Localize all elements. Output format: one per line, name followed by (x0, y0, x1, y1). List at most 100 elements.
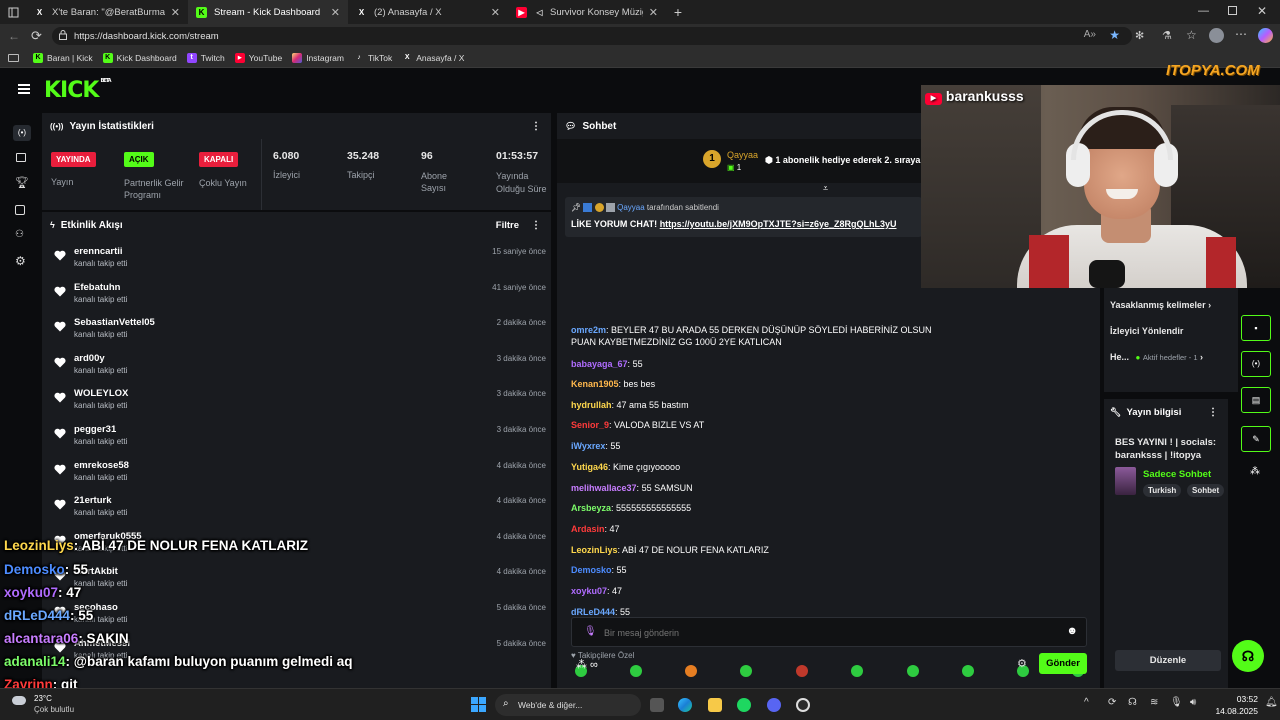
category-link[interactable]: Sadece Sohbet (1143, 469, 1211, 480)
favorite-star-icon[interactable]: ★ (1109, 28, 1120, 42)
hamburger-menu-icon[interactable] (18, 84, 30, 94)
chat-username[interactable]: Arsbeyza (571, 503, 611, 513)
chat-username[interactable]: Yutiga46 (571, 462, 608, 472)
emote-icon[interactable] (907, 665, 919, 677)
file-explorer-icon[interactable] (708, 698, 722, 712)
close-icon[interactable]: ✕ (331, 6, 340, 19)
settings-gear-icon[interactable]: ⚙ (15, 254, 26, 268)
banned-words-link[interactable]: Yasaklanmış kelimeler › (1110, 300, 1211, 310)
emote-icon[interactable] (962, 665, 974, 677)
chat-username[interactable]: iWyxrex (571, 441, 605, 451)
refresh-icon[interactable]: ⟳ (31, 28, 42, 44)
favorites-icon[interactable]: ☆ (1186, 28, 1197, 42)
back-icon[interactable]: ← (8, 29, 20, 43)
follower-name[interactable]: WOLEYLOX (74, 388, 128, 399)
chat-username[interactable]: Demosko (571, 565, 612, 575)
close-icon[interactable]: ✕ (649, 6, 658, 19)
bookmark-item[interactable]: K Baran | Kick (33, 52, 93, 63)
bookmark-item[interactable]: Instagram (292, 52, 344, 63)
speaker-icon[interactable]: ◁ (534, 7, 545, 18)
activity-row[interactable]: emrekose58 kanalı takip etti 4 dakika önce (50, 454, 546, 490)
follower-name[interactable]: 21erturk (74, 495, 112, 506)
start-button[interactable] (471, 697, 486, 712)
bookmark-item[interactable]: K Kick Dashboard (102, 52, 177, 63)
close-window-button[interactable]: ✕ (1257, 4, 1267, 18)
bookmarks-menu-icon[interactable] (8, 53, 19, 62)
layout-icon[interactable]: ▤ (1241, 387, 1271, 413)
emote-icon[interactable] (685, 665, 697, 677)
spotify-icon[interactable] (737, 698, 751, 712)
extensions-icon[interactable]: ✻ (1135, 29, 1144, 42)
activity-row[interactable]: MertAkbit kanalı takip etti 4 dakika önce (50, 560, 546, 596)
activity-row[interactable]: SebastianVettel05 kanalı takip etti 2 daki… (50, 311, 546, 347)
analytics-icon[interactable] (16, 153, 26, 162)
tab-actions-icon[interactable] (0, 0, 26, 24)
send-button[interactable]: Gönder (1039, 653, 1087, 674)
minimize-button[interactable]: — (1198, 5, 1209, 17)
task-view-icon[interactable] (650, 698, 664, 712)
points-icon[interactable]: ⁂ ∞ (576, 658, 598, 671)
wrench-icon[interactable]: ✎ (1241, 426, 1271, 452)
wifi-icon[interactable]: ≋ (1150, 697, 1158, 708)
activity-row[interactable]: erenncartii kanalı takip etti 15 saniye ön… (50, 240, 546, 276)
support-chat-button[interactable]: ☊ (1232, 640, 1264, 672)
close-icon[interactable]: ✕ (491, 6, 500, 19)
discord-icon[interactable] (767, 698, 781, 712)
mic-icon[interactable]: 🎙︎ (584, 626, 597, 637)
clock[interactable]: 03:52 14.08.2025 (1212, 694, 1258, 716)
edge-icon[interactable] (678, 698, 692, 712)
chat-username[interactable]: hydrullah (571, 400, 612, 410)
copilot-icon[interactable] (1258, 28, 1273, 43)
headset-icon[interactable]: ☊ (1128, 697, 1137, 708)
follower-name[interactable]: emrekose58 (74, 460, 129, 471)
obs-icon[interactable] (796, 698, 810, 712)
activity-row[interactable]: Efebatuhn kanalı takip etti 41 saniye önce (50, 276, 546, 312)
browser-tab-active[interactable]: K Stream - Kick Dashboard ✕ (188, 0, 348, 24)
apps-icon[interactable]: ⁂ (1250, 466, 1260, 477)
emote-icon[interactable] (796, 665, 808, 677)
new-tab-button[interactable]: + (666, 4, 690, 20)
follower-name[interactable]: Efebatuhn (74, 282, 120, 293)
volume-icon[interactable]: 🔊︎ (1190, 697, 1196, 708)
activity-row[interactable]: 21erturk kanalı takip etti 4 dakika önce (50, 489, 546, 525)
message-input[interactable]: 🎙︎ ☻ (571, 617, 1087, 647)
chat-username[interactable]: omre2m (571, 325, 606, 335)
chat-username[interactable]: babayaga_67 (571, 359, 628, 369)
bookmark-item[interactable]: X Anasayfa / X (402, 53, 465, 63)
edit-button[interactable]: Düzenle (1115, 650, 1221, 671)
tag[interactable]: Turkish (1143, 484, 1182, 497)
filter-button[interactable]: Filtre (496, 220, 519, 231)
message-text-field[interactable] (604, 624, 1044, 642)
url-input[interactable]: https://dashboard.kick.com/stream A» ★ (52, 27, 1132, 45)
more-options-icon[interactable]: ⋮ (531, 220, 541, 231)
follower-name[interactable]: pegger31 (74, 424, 116, 435)
notification-bell-icon[interactable]: 🔔︎ (1265, 697, 1278, 708)
browser-tab[interactable]: X X'te Baran: "@BeratBurma @eray ✕ (26, 0, 188, 24)
activity-row[interactable]: pegger31 kanalı takip etti 3 dakika önce (50, 418, 546, 454)
browser-tab[interactable]: ▶ ◁ Survivor Konsey Müziği (Uz ✕ (508, 0, 666, 24)
tray-chevron-icon[interactable]: ^ (1084, 697, 1089, 708)
activity-row[interactable]: ard00y kanalı takip etti 3 dakika önce (50, 347, 546, 383)
chat-username[interactable]: Kenan1905 (571, 379, 619, 389)
emote-icon[interactable] (740, 665, 752, 677)
pinned-link[interactable]: https://youtu.be/jXM9OpTXJTE?si=z6ye_Z8R… (660, 219, 897, 229)
follower-name[interactable]: erenncartii (74, 246, 123, 257)
bookmark-item[interactable]: ♪ TikTok (354, 53, 392, 63)
tray-icon[interactable]: ⟳ (1108, 697, 1116, 708)
broadcast-icon[interactable]: (•) (1241, 351, 1271, 377)
bookmark-item[interactable]: ▶ YouTube (234, 52, 282, 63)
chat-bubble-icon[interactable]: ▪ (1241, 315, 1271, 341)
activity-row[interactable]: secohaso kanalı takip etti 5 dakika önce (50, 596, 546, 632)
chat-username[interactable]: melihwallace37 (571, 483, 637, 493)
chat-username[interactable]: Senior_9 (571, 420, 609, 430)
taskbar-search[interactable]: ⌕ Web'de & diğer... (495, 694, 641, 716)
bookmark-item[interactable]: t Twitch (186, 52, 225, 63)
gifter-name[interactable]: Qayyaa (727, 150, 758, 160)
chat-username[interactable]: LeozinLiys (571, 545, 618, 555)
follower-name[interactable]: ard00y (74, 353, 105, 364)
trophy-icon[interactable]: 🏆︎ (15, 176, 29, 189)
more-options-icon[interactable]: ⋮ (1208, 407, 1218, 418)
chevron-down-icon[interactable]: ⩡ (823, 183, 828, 194)
read-aloud-icon[interactable]: A» (1084, 29, 1096, 40)
stream-icon[interactable]: (•) (13, 125, 31, 141)
